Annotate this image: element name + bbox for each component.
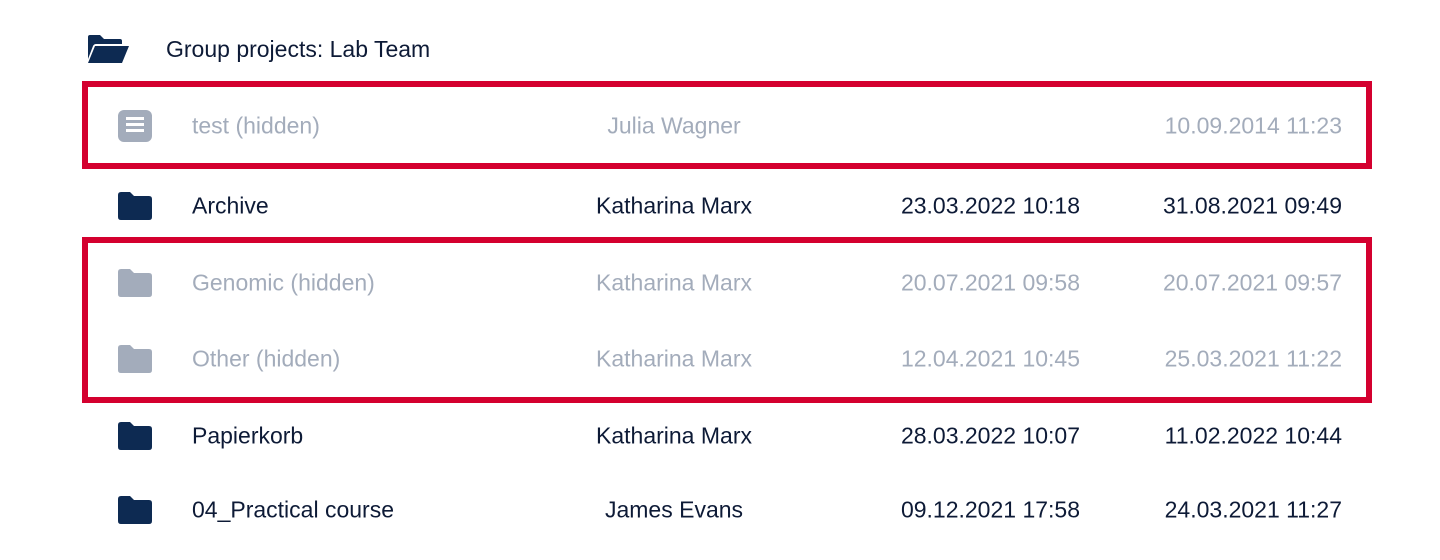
group-title: Group projects: Lab Team (166, 35, 431, 62)
highlight-box-hidden-file (82, 81, 1372, 169)
file-created: 28.03.2022 10:07 (900, 422, 1080, 449)
file-owner: James Evans (604, 496, 744, 523)
folder-row-archive[interactable]: Archive Katharina Marx 23.03.2022 10:18 … (96, 176, 1356, 236)
folder-row-practical-course[interactable]: 04_Practical course James Evans 09.12.20… (96, 480, 1356, 540)
file-name[interactable]: 04_Practical course (192, 497, 394, 524)
file-created: 09.12.2021 17:58 (900, 496, 1080, 523)
folder-icon (116, 419, 154, 453)
group-header: Group projects: Lab Team (86, 26, 430, 72)
file-browser: Group projects: Lab Team test (hidden) J… (0, 0, 1440, 560)
folder-row-papierkorb[interactable]: Papierkorb Katharina Marx 28.03.2022 10:… (96, 406, 1356, 466)
folder-icon (116, 493, 154, 527)
file-modified: 11.02.2022 10:44 (1164, 422, 1342, 449)
file-modified: 24.03.2021 11:27 (1164, 496, 1342, 523)
file-modified: 31.08.2021 09:49 (1162, 192, 1342, 219)
folder-open-icon (86, 32, 130, 66)
file-created: 23.03.2022 10:18 (900, 192, 1080, 219)
file-owner: Katharina Marx (596, 422, 752, 449)
highlight-box-hidden-folders (82, 237, 1372, 403)
file-name[interactable]: Archive (192, 193, 269, 220)
folder-icon (116, 189, 154, 223)
file-name[interactable]: Papierkorb (192, 423, 303, 450)
file-owner: Katharina Marx (596, 192, 752, 219)
